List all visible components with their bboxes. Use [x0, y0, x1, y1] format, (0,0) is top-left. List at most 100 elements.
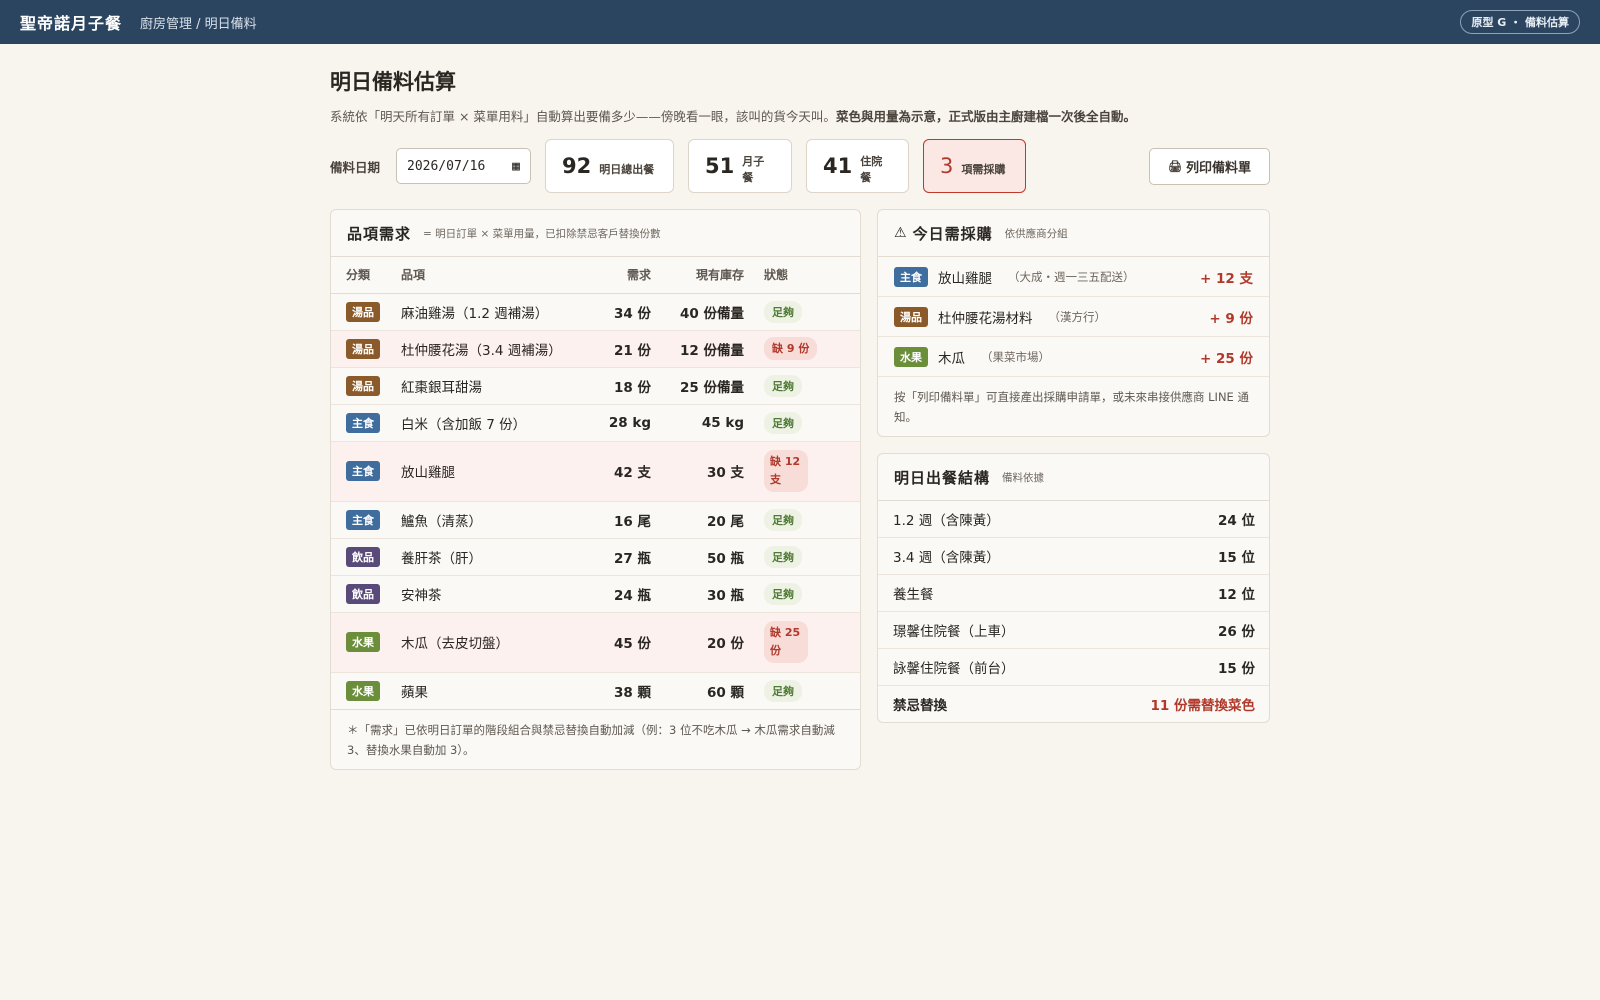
cell-need: 18 份 — [589, 367, 651, 405]
col-header-category[interactable]: 分類 — [331, 257, 401, 294]
brand-logo[interactable]: 聖帝諾月子餐 — [20, 10, 122, 34]
main-content: 明日備料估算 系統依「明天所有訂單 × 菜單用料」自動算出要備多少——傍晚看一眼… — [330, 44, 1270, 770]
category-badge: 湯品 — [894, 306, 928, 327]
stat-number: 51 — [705, 154, 735, 178]
cell-status: 足夠 — [744, 367, 860, 405]
cell-stock: 20 尾 — [651, 501, 744, 539]
col-header-stock[interactable]: 現有庫存 — [651, 257, 744, 294]
top-bar: 聖帝諾月子餐 廚房管理 / 明日備料 原型 G ・ 備料估算 — [0, 0, 1600, 44]
cell-item-name: 鱸魚（清蒸） — [401, 501, 589, 539]
card-title: 明日出餐結構 — [894, 468, 991, 487]
cell-status: 足夠 — [744, 501, 860, 539]
cell-stock: 30 瓶 — [651, 575, 744, 613]
cell-item-name: 杜仲腰花湯（3.4 週補湯） — [401, 330, 589, 368]
col-header-need[interactable]: 需求 — [589, 257, 651, 294]
cell-category: 湯品 — [331, 330, 401, 368]
cell-item-name: 養肝茶（肝） — [401, 538, 589, 576]
purchase-item-name: 放山雞腿 — [938, 270, 992, 287]
breadcrumb: 廚房管理 / 明日備料 — [140, 16, 257, 32]
table-row: 主食 放山雞腿 42 支 30 支缺 12 支 — [331, 441, 860, 502]
calendar-icon[interactable]: ▦ — [512, 159, 520, 174]
cell-category: 水果 — [331, 612, 401, 673]
cell-stock: 40 份備量 — [651, 293, 744, 331]
cell-stock: 25 份備量 — [651, 367, 744, 405]
cell-category: 飲品 — [331, 575, 401, 613]
purchase-card: ⚠ 今日需採購 依供應商分組 主食 放山雞腿 （大成・週一三五配送） + 12 支湯品… — [877, 209, 1270, 438]
summary-value: 11 份需替換菜色 — [1150, 698, 1256, 715]
meal-mix-list: 1.2 週（含陳黃） 24 位 3.4 週（含陳黃） 15 位養生餐 12 位璟馨住院餐… — [878, 501, 1269, 687]
supplier-name: （漢方行） — [1048, 309, 1107, 324]
purchase-amount: + 25 份 — [1200, 350, 1253, 367]
cell-item-name: 木瓜（去皮切盤） — [401, 612, 589, 673]
cell-category: 主食 — [331, 441, 401, 502]
meal-mix-label: 3.4 週（含陳黃） — [893, 550, 1000, 567]
print-list-button[interactable]: 🖨 列印備料單 — [1149, 147, 1270, 185]
substitution-summary: 禁忌替換 11 份需替換菜色 — [878, 686, 1269, 722]
status-badge: 足夠 — [764, 374, 802, 397]
cell-category: 湯品 — [331, 367, 401, 405]
cell-status: 足夠 — [744, 538, 860, 576]
cell-category: 飲品 — [331, 538, 401, 576]
purchase-item-name: 木瓜 — [938, 350, 965, 367]
table-row: 主食 鱸魚（清蒸） 16 尾 20 尾足夠 — [331, 501, 860, 539]
status-badge: 足夠 — [764, 679, 802, 702]
print-button-label: 列印備料單 — [1185, 160, 1251, 176]
purchase-item[interactable]: 水果 木瓜 （果菜市場） + 25 份 — [878, 337, 1269, 377]
col-header-status[interactable]: 狀態 — [744, 257, 860, 294]
stat-number: 3 — [940, 154, 954, 178]
cell-need: 21 份 — [589, 330, 651, 368]
status-badge: 缺 25 份 — [764, 621, 808, 663]
stat-purchase-needed: 3 項需採購 — [923, 139, 1026, 193]
meal-mix-value: 12 位 — [1218, 587, 1255, 604]
card-subtitle: 依供應商分組 — [1004, 227, 1068, 240]
card-title: 品項需求 — [347, 224, 412, 243]
card-subtitle: = 明日訂單 × 菜單用量，已扣除禁忌客戶替換份數 — [423, 227, 661, 240]
category-badge: 湯品 — [346, 338, 380, 359]
cell-item-name: 麻油雞湯（1.2 週補湯） — [401, 293, 589, 331]
stat-number: 92 — [562, 154, 592, 178]
category-badge: 主食 — [346, 412, 380, 433]
stats-row: 備料日期 2026/07/16 ▦ 92 明日總出餐 51 月子餐 41 住院餐… — [330, 139, 1270, 193]
col-header-item[interactable]: 品項 — [401, 257, 589, 294]
cell-stock: 12 份備量 — [651, 330, 744, 368]
table-row: 湯品 杜仲腰花湯（3.4 週補湯） 21 份 12 份備量缺 9 份 — [331, 330, 860, 368]
description-text: 系統依「明天所有訂單 × 菜單用料」自動算出要備多少——傍晚看一眼，該叫的貨今天… — [330, 109, 836, 124]
date-label: 備料日期 — [330, 159, 381, 175]
category-badge: 飲品 — [346, 546, 380, 567]
meal-mix-row: 1.2 週（含陳黃） 24 位 — [878, 501, 1269, 539]
cell-status: 足夠 — [744, 293, 860, 331]
purchase-note: 按「列印備料單」可直接產出採購申請單，或未來串接供應商 LINE 通知。 — [894, 390, 1249, 425]
card-header: 品項需求 = 明日訂單 × 菜單用量，已扣除禁忌客戶替換份數 — [331, 210, 860, 257]
cell-need: 42 支 — [589, 441, 651, 502]
cell-status: 足夠 — [744, 575, 860, 613]
date-input[interactable]: 2026/07/16 ▦ — [396, 148, 531, 184]
category-badge: 主食 — [346, 509, 380, 530]
table-row: 飲品 養肝茶（肝） 27 瓶 50 瓶足夠 — [331, 538, 860, 576]
cell-need: 28 kg — [589, 404, 651, 442]
purchase-item[interactable]: 主食 放山雞腿 （大成・週一三五配送） + 12 支 — [878, 257, 1269, 297]
page-description: 系統依「明天所有訂單 × 菜單用料」自動算出要備多少——傍晚看一眼，該叫的貨今天… — [330, 106, 1270, 125]
page-title: 明日備料估算 — [330, 69, 456, 94]
status-badge: 缺 9 份 — [764, 336, 818, 361]
purchase-item[interactable]: 湯品 杜仲腰花湯材料 （漢方行） + 9 份 — [878, 297, 1269, 337]
date-value: 2026/07/16 — [407, 158, 486, 174]
two-column-layout: 品項需求 = 明日訂單 × 菜單用量，已扣除禁忌客戶替換份數 分類 品項 需求 … — [330, 209, 1270, 770]
cell-item-name: 白米（含加飯 7 份） — [401, 404, 589, 442]
cell-category: 主食 — [331, 404, 401, 442]
summary-label: 禁忌替換 — [893, 698, 947, 715]
cell-need: 34 份 — [589, 293, 651, 331]
purchase-list: 主食 放山雞腿 （大成・週一三五配送） + 12 支湯品 杜仲腰花湯材料 （漢方行） + 9… — [878, 257, 1269, 377]
cell-item-name: 蘋果 — [401, 672, 589, 710]
cell-status: 缺 9 份 — [744, 330, 860, 368]
category-badge: 水果 — [346, 632, 380, 652]
meal-mix-label: 1.2 週（含陳黃） — [893, 513, 1000, 530]
warning-icon: ⚠ — [894, 225, 907, 241]
supplier-name: （大成・週一三五配送） — [1008, 269, 1135, 284]
status-badge: 足夠 — [764, 545, 802, 568]
table-row: 水果 木瓜（去皮切盤） 45 份 20 份缺 25 份 — [331, 612, 860, 673]
purchase-amount: + 9 份 — [1209, 310, 1253, 327]
stat-number: 41 — [823, 154, 853, 178]
cell-need: 16 尾 — [589, 501, 651, 539]
stat-total-meals: 92 明日總出餐 — [545, 139, 674, 193]
description-note: 菜色與用量為示意，正式版由主廚建檔一次後全自動。 — [835, 109, 1136, 124]
